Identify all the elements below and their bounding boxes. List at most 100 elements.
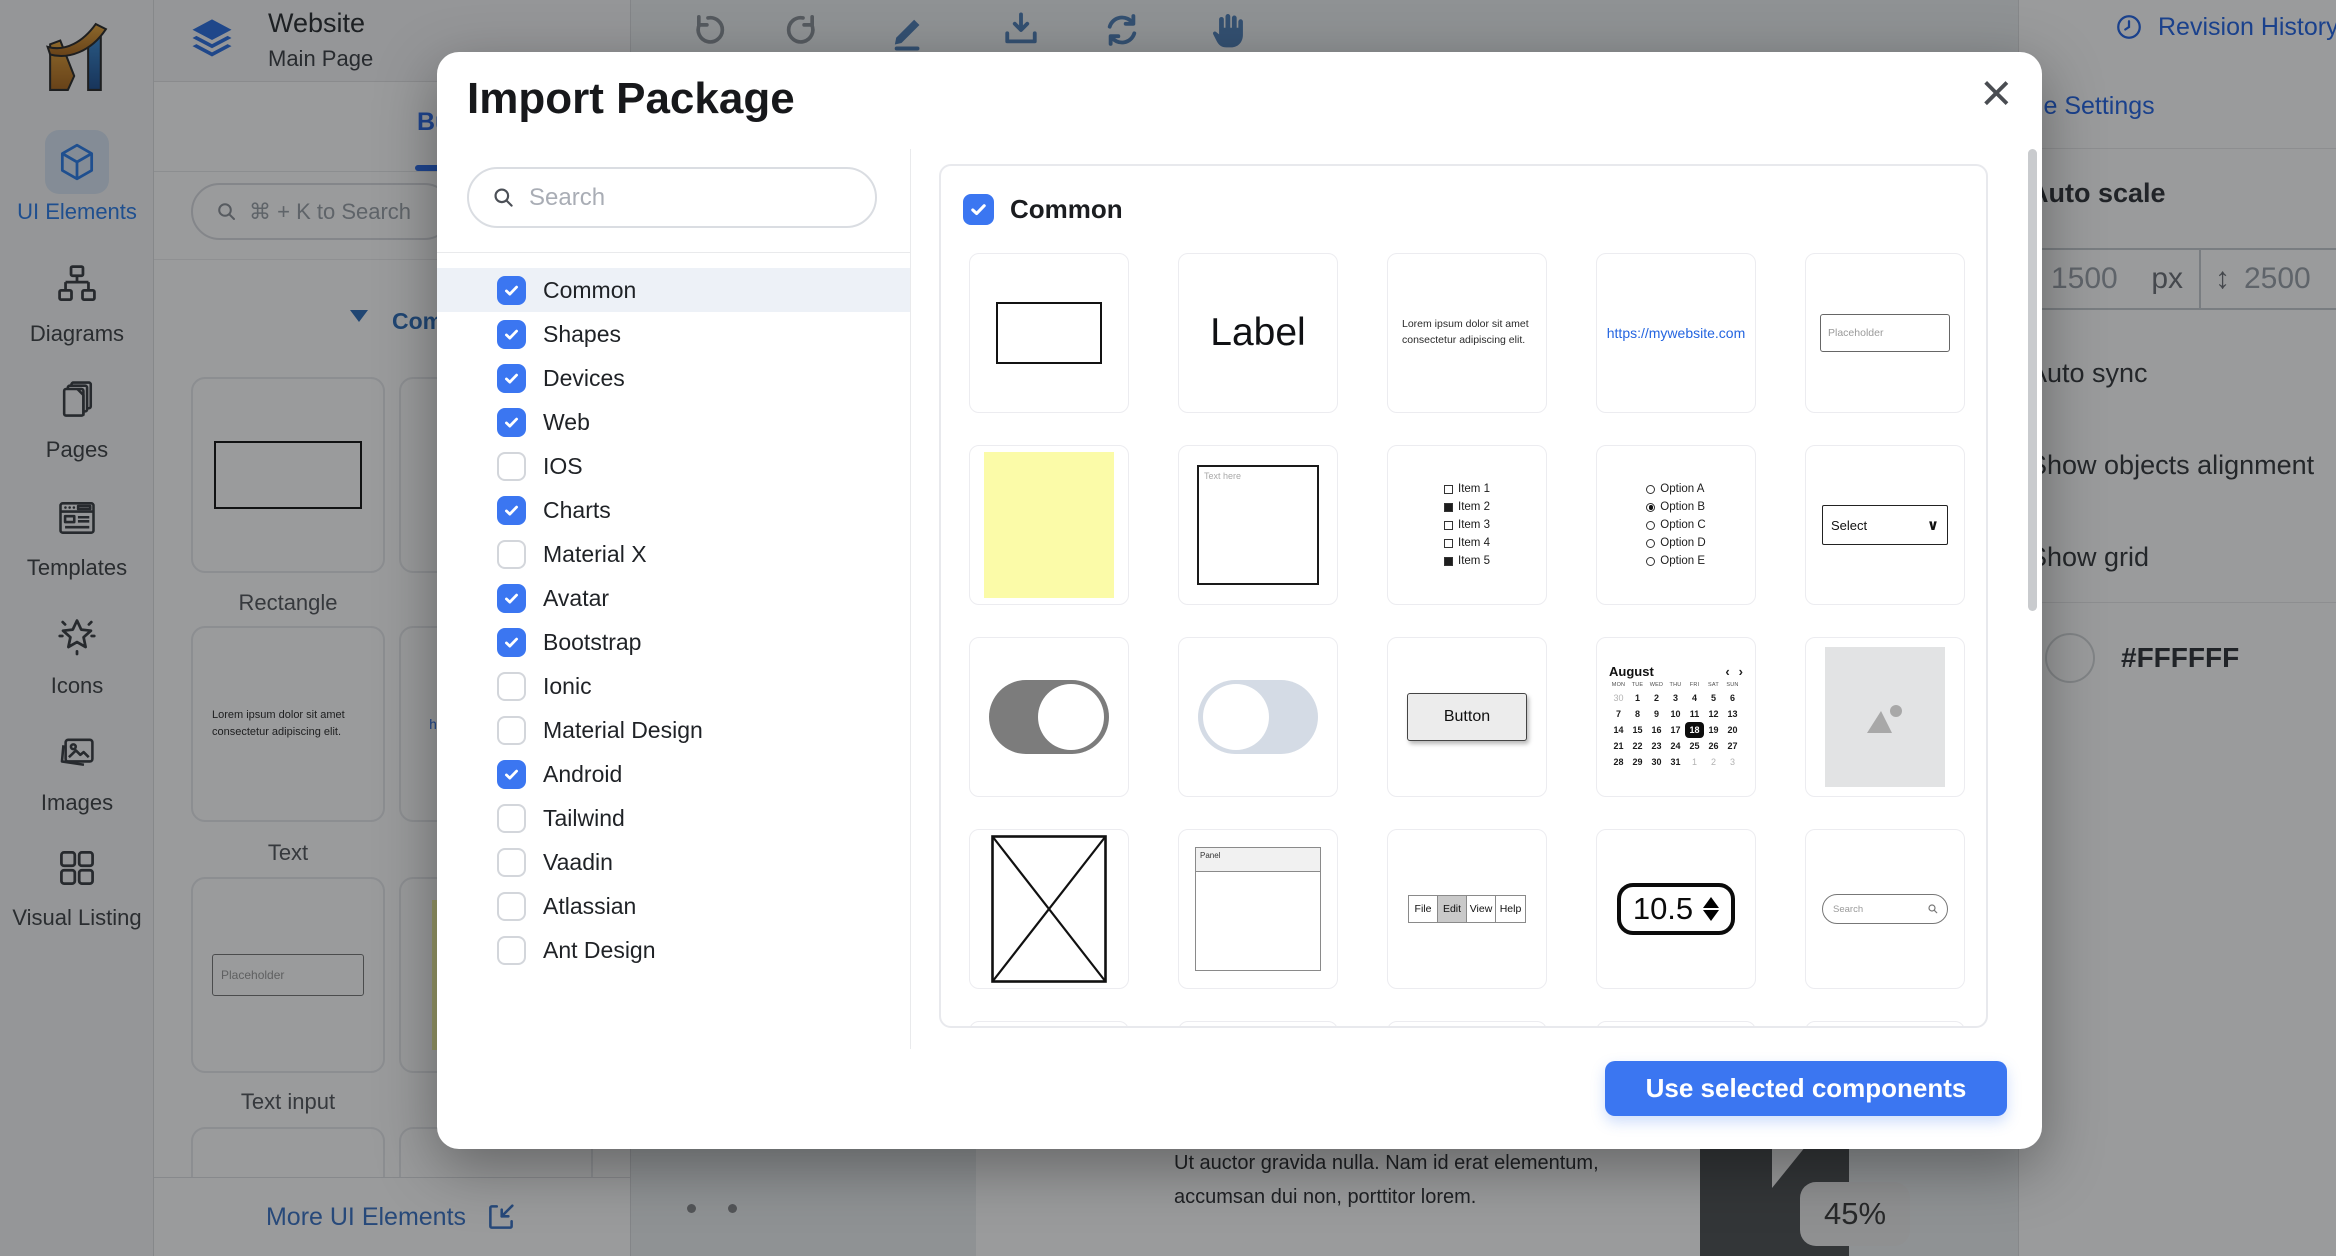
tile-text-input[interactable]: Placeholder [1805, 253, 1965, 413]
search-icon [1927, 903, 1939, 915]
package-row-ionic[interactable]: Ionic [437, 664, 910, 708]
select-chevron-icon: ∨ [1927, 516, 1939, 534]
package-row-android[interactable]: Android [437, 752, 910, 796]
calendar-next-icon[interactable]: › [1739, 664, 1743, 679]
tile-text[interactable]: Lorem ipsum dolor sit amet consectetur a… [1387, 253, 1547, 413]
package-checkbox[interactable] [497, 584, 526, 613]
tile-image-crossed[interactable] [969, 829, 1129, 989]
package-checkbox[interactable] [497, 672, 526, 701]
package-label: Android [543, 761, 622, 788]
tile-button[interactable]: Button [1387, 637, 1547, 797]
tile-peek[interactable] [1805, 1021, 1965, 1028]
tile-peek[interactable] [1596, 1021, 1756, 1028]
mini-radio-item: Option A [1646, 480, 1705, 498]
package-row-ant-design[interactable]: Ant Design [437, 928, 910, 972]
package-checkbox[interactable] [497, 364, 526, 393]
package-checkbox[interactable] [497, 540, 526, 569]
package-checkbox[interactable] [497, 804, 526, 833]
package-label: Common [543, 277, 636, 304]
package-checkbox[interactable] [497, 496, 526, 525]
tile-panel[interactable]: Panel [1178, 829, 1338, 989]
components-grid: Label Lorem ipsum dolor sit amet consect… [969, 253, 1965, 1028]
tile-select[interactable]: Select∨ [1805, 445, 1965, 605]
common-components-card: Common Label Lorem ipsum dolor sit amet … [939, 164, 1988, 1028]
package-label: Devices [543, 365, 625, 392]
image-placeholder-shape [1825, 647, 1945, 787]
tile-peek[interactable] [1387, 1021, 1547, 1028]
package-label: Bootstrap [543, 629, 641, 656]
package-row-bootstrap[interactable]: Bootstrap [437, 620, 910, 664]
mini-menu-item: File [1409, 896, 1438, 922]
tile-radio-group[interactable]: Option AOption BOption COption DOption E [1596, 445, 1756, 605]
package-row-tailwind[interactable]: Tailwind [437, 796, 910, 840]
modal-scrollbar-thumb[interactable] [2028, 149, 2037, 611]
package-search[interactable] [467, 167, 877, 228]
group-checkbox-common[interactable] [963, 194, 994, 225]
package-checkbox[interactable] [497, 452, 526, 481]
package-row-atlassian[interactable]: Atlassian [437, 884, 910, 928]
modal-title: Import Package [467, 74, 795, 124]
package-search-input[interactable] [529, 184, 859, 212]
package-checkbox[interactable] [497, 628, 526, 657]
use-selected-components-button[interactable]: Use selected components [1605, 1061, 2007, 1116]
package-label: Shapes [543, 321, 621, 348]
package-list: Common Shapes Devices Web IOS Charts Material … [437, 253, 910, 972]
package-row-material-design[interactable]: Material Design [437, 708, 910, 752]
mini-menu-item: Help [1496, 896, 1525, 922]
close-icon[interactable]: × [1980, 66, 2012, 120]
tile-menu-bar[interactable]: FileEditViewHelp [1387, 829, 1547, 989]
sticky-note-shape [984, 452, 1114, 598]
package-label: Ionic [543, 673, 592, 700]
mini-checkbox-item: Item 2 [1444, 498, 1490, 516]
tile-toggle-on[interactable] [969, 637, 1129, 797]
tile-label[interactable]: Label [1178, 253, 1338, 413]
package-label: Web [543, 409, 590, 436]
tile-checkbox-group[interactable]: Item 1Item 2Item 3Item 4Item 5 [1387, 445, 1547, 605]
package-label: Tailwind [543, 805, 625, 832]
mini-checkbox-item: Item 5 [1444, 552, 1490, 570]
package-checkbox[interactable] [497, 408, 526, 437]
package-label: Charts [543, 497, 611, 524]
tile-image[interactable] [1805, 637, 1965, 797]
package-checkbox[interactable] [497, 936, 526, 965]
tile-textarea[interactable]: Text here [1178, 445, 1338, 605]
package-row-shapes[interactable]: Shapes [437, 312, 910, 356]
package-row-ios[interactable]: IOS [437, 444, 910, 488]
tile-peek[interactable] [969, 1021, 1129, 1028]
search-icon [491, 185, 517, 211]
package-row-avatar[interactable]: Avatar [437, 576, 910, 620]
mini-checkbox-item: Item 4 [1444, 534, 1490, 552]
mini-radio-item: Option D [1646, 534, 1705, 552]
calendar-month: August [1609, 664, 1654, 679]
package-row-web[interactable]: Web [437, 400, 910, 444]
package-checkbox[interactable] [497, 276, 526, 305]
package-checkbox[interactable] [497, 716, 526, 745]
mini-checkbox-item: Item 1 [1444, 480, 1490, 498]
tile-toggle-off[interactable] [1178, 637, 1338, 797]
package-checkbox[interactable] [497, 320, 526, 349]
package-row-common[interactable]: Common [437, 268, 910, 312]
package-checkbox[interactable] [497, 760, 526, 789]
package-checkbox[interactable] [497, 892, 526, 921]
toggle-on-shape [989, 680, 1109, 754]
tile-rectangle[interactable] [969, 253, 1129, 413]
package-row-material-x[interactable]: Material X [437, 532, 910, 576]
toggle-off-shape [1198, 680, 1318, 754]
package-row-charts[interactable]: Charts [437, 488, 910, 532]
package-label: Material X [543, 541, 647, 568]
tile-sticky-note[interactable] [969, 445, 1129, 605]
mini-radio-item: Option C [1646, 516, 1705, 534]
tile-link[interactable]: https://mywebsite.com [1596, 253, 1756, 413]
tile-peek[interactable] [1178, 1021, 1338, 1028]
mini-radio-item: Option E [1646, 552, 1705, 570]
package-label: Atlassian [543, 893, 636, 920]
calendar-prev-icon[interactable]: ‹ [1725, 664, 1729, 679]
package-checkbox[interactable] [497, 848, 526, 877]
group-title: Common [1010, 194, 1123, 225]
tile-calendar[interactable]: August ‹› MONTUEWEDTHUFRISATSUN 30123456… [1596, 637, 1756, 797]
mini-menu-item: View [1467, 896, 1496, 922]
package-row-devices[interactable]: Devices [437, 356, 910, 400]
tile-search[interactable]: Search [1805, 829, 1965, 989]
package-row-vaadin[interactable]: Vaadin [437, 840, 910, 884]
tile-number-stepper[interactable]: 10.5 [1596, 829, 1756, 989]
